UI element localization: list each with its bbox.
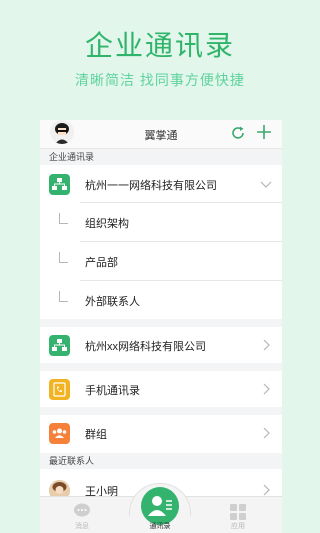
org-icon [49,174,70,195]
subitem-external-contacts[interactable]: 外部联系人 [40,281,282,319]
section-gap [40,363,282,371]
tab-label: 应用 [231,523,245,530]
subitem-label: 外部联系人 [85,296,140,308]
company-row[interactable]: 杭州一一网络科技有限公司 [40,166,282,202]
groups-row[interactable]: 群组 [40,415,282,451]
groups-label: 群组 [85,429,107,441]
tab-label: 消息 [75,523,89,530]
chevron-right-icon [263,484,270,496]
chevron-right-icon [263,383,270,395]
subitem-label: 产品部 [85,257,118,269]
group-icon [49,423,70,444]
section-gap [40,319,282,327]
tab-contacts[interactable]: 通讯录 [120,497,200,533]
bottom-tab-bar: 消息 通讯录 应用 [40,483,282,533]
chevron-down-icon [260,181,272,188]
section-gap [40,407,282,415]
company-row-2[interactable]: 杭州xx网络科技有限公司 [40,327,282,363]
tree-connector [59,252,68,263]
chevron-right-icon [263,339,270,351]
tab-label: 通讯录 [149,523,171,530]
tree-connector [59,213,68,224]
app-header: 翼掌通 [40,120,282,149]
phone-book-icon [49,379,70,400]
company-name: 杭州一一网络科技有限公司 [85,180,217,192]
tab-apps[interactable]: 应用 [198,497,278,533]
org-icon [49,335,70,356]
refresh-icon[interactable] [230,125,246,141]
subitem-org-structure[interactable]: 组织架构 [40,203,282,241]
chevron-right-icon [263,427,270,439]
plus-icon[interactable] [256,124,272,140]
promo-subtitle: 清晰简洁 找同事方便快捷 [75,72,245,88]
section-enterprise-label: 企业通讯录 [40,149,282,165]
section-recent-label: 最近联系人 [40,453,282,469]
tree-connector [59,291,68,302]
app-screen: 翼掌通 企业通讯录 杭州一一网络科技有限公司 组织架构 产品部 外部联系人 杭州… [40,120,282,533]
company-name: 杭州xx网络科技有限公司 [85,341,206,353]
promo-title: 企业通讯录 [84,30,235,61]
tab-messages[interactable]: 消息 [42,497,122,533]
chat-icon [74,503,90,517]
phone-contacts-label: 手机通讯录 [85,385,140,397]
phone-contacts-row[interactable]: 手机通讯录 [40,371,282,407]
apps-grid-icon [230,504,246,520]
subitem-label: 组织架构 [85,218,129,230]
subitem-product-dept[interactable]: 产品部 [40,242,282,280]
